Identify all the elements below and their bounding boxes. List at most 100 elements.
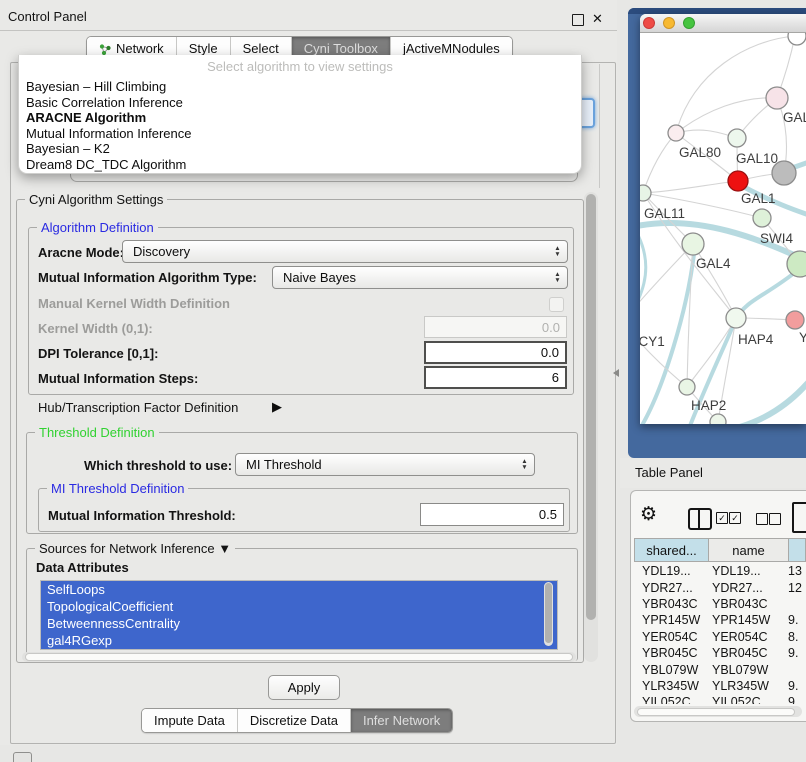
gear-icon[interactable]	[640, 503, 657, 526]
network-window-titlebar[interactable]	[640, 14, 806, 33]
spinner-arrows-icon[interactable]	[548, 267, 567, 288]
unchecked-box-icon[interactable]	[756, 513, 768, 525]
dpi-tolerance-label: DPI Tolerance [0,1]:	[38, 346, 158, 361]
collapse-arrow-icon[interactable]: ▼	[218, 541, 231, 556]
mi-threshold-label: Mutual Information Threshold:	[48, 508, 236, 523]
network-edge[interactable]	[640, 233, 646, 327]
network-node[interactable]	[640, 185, 651, 201]
mi-threshold-field[interactable]: 0.5	[420, 503, 564, 526]
network-node[interactable]	[728, 129, 746, 147]
algorithm-option[interactable]: Bayesian – Hill Climbing	[19, 79, 581, 95]
spinner-arrows-icon[interactable]	[515, 454, 534, 475]
network-node[interactable]	[787, 251, 806, 277]
network-node[interactable]	[726, 308, 746, 328]
columns-icon[interactable]	[688, 508, 712, 530]
manual-kernel-checkbox[interactable]	[549, 297, 564, 312]
table-row[interactable]: YBR045CYBR045C9.	[634, 645, 806, 661]
algorithm-option[interactable]: Mutual Information Inference	[19, 126, 581, 142]
expand-arrow-icon[interactable]: ▶	[272, 399, 282, 415]
settings-hscrollbar-thumb[interactable]	[25, 653, 573, 661]
mi-type-combo[interactable]: Naive Bayes	[272, 266, 568, 289]
close-icon[interactable]	[592, 11, 603, 27]
table-row[interactable]: YER054CYER054C8.	[634, 629, 806, 645]
dpi-tolerance-field[interactable]: 0.0	[424, 341, 567, 364]
network-node[interactable]	[710, 414, 726, 424]
apply-button[interactable]: Apply	[268, 675, 340, 700]
table-cell: YDL19...	[634, 564, 708, 578]
network-node[interactable]	[753, 209, 771, 227]
data-attribute-item[interactable]: BetweennessCentrality	[41, 615, 557, 632]
data-attribute-item[interactable]: SelfLoops	[41, 581, 557, 598]
algorithm-option[interactable]: Dream8 DC_TDC Algorithm	[19, 157, 581, 173]
data-attribute-item[interactable]: TopologicalCoefficient	[41, 598, 557, 615]
mi-steps-field[interactable]: 6	[424, 366, 567, 389]
spinner-arrows-icon[interactable]	[548, 241, 567, 262]
network-node[interactable]	[786, 311, 804, 329]
network-graph-canvas[interactable]: GALGAL80GAL10GAL1GAL11SWI4GAL4GCY1HAP4YH…	[640, 33, 806, 424]
which-threshold-label: Which threshold to use:	[84, 458, 232, 473]
settings-group-title: Cyni Algorithm Settings	[25, 192, 167, 207]
document-icon[interactable]	[792, 502, 806, 533]
control-panel-window: Control Panel NetworkStyleSelectCyni Too…	[0, 0, 617, 745]
network-edge[interactable]	[643, 181, 738, 193]
algorithm-option[interactable]: ARACNE Algorithm	[19, 110, 581, 126]
algorithm-option[interactable]: Bayesian – K2	[19, 141, 581, 157]
table-cell: YER054C	[634, 630, 708, 644]
aracne-mode-combo[interactable]: Discovery	[122, 240, 568, 263]
network-edge[interactable]	[687, 244, 693, 387]
tab-discretize-data[interactable]: Discretize Data	[237, 709, 350, 732]
column-header-extra[interactable]	[788, 538, 806, 562]
table-row[interactable]: YBR043CYBR043C	[634, 596, 806, 612]
network-edge[interactable]	[643, 133, 676, 193]
hub-definition-label[interactable]: Hub/Transcription Factor Definition	[38, 400, 238, 415]
network-edge[interactable]	[676, 98, 777, 133]
float-window-icon[interactable]	[572, 14, 584, 26]
attributes-scrollbar-thumb[interactable]	[545, 583, 552, 643]
tab-label: Infer Network	[363, 713, 440, 728]
table-row[interactable]: YIL052CYIL052C9.	[634, 694, 806, 704]
network-edge[interactable]	[676, 36, 795, 133]
settings-scrollbar-thumb[interactable]	[586, 194, 596, 620]
table-row[interactable]: YLR345WYLR345W9.	[634, 678, 806, 694]
table-cell: 8.	[786, 630, 806, 644]
checked-box-icon[interactable]	[729, 512, 741, 524]
table-row[interactable]: YDR27...YDR27...12	[634, 579, 806, 595]
aracne-mode-value: Discovery	[133, 244, 190, 259]
column-header-shared[interactable]: shared...	[634, 538, 709, 562]
network-node-label: GAL80	[679, 145, 721, 160]
network-node[interactable]	[788, 33, 806, 45]
checked-box-icon[interactable]	[716, 512, 728, 524]
network-node[interactable]	[679, 379, 695, 395]
table-row[interactable]: YDL19...YDL19...13	[634, 563, 806, 579]
collapsed-panel-icon[interactable]	[13, 752, 32, 762]
table-cell: YPR145W	[634, 613, 708, 627]
table-cell: YBR043C	[708, 597, 786, 611]
network-icon	[99, 43, 111, 55]
network-node[interactable]	[668, 125, 684, 141]
kernel-width-field[interactable]: 0.0	[424, 316, 567, 338]
table-hscrollbar-thumb[interactable]	[637, 708, 795, 716]
column-header-name[interactable]: name	[708, 538, 789, 562]
network-node[interactable]	[682, 233, 704, 255]
traffic-light-close-icon[interactable]	[643, 17, 655, 29]
which-threshold-combo[interactable]: MI Threshold	[235, 453, 535, 476]
table-cell: YIL052C	[708, 695, 786, 704]
tab-impute-data[interactable]: Impute Data	[142, 709, 237, 732]
table-row[interactable]: YPR145WYPR145W9.	[634, 612, 806, 628]
unchecked-box-icon[interactable]	[769, 513, 781, 525]
table-row[interactable]: YBL079WYBL079W	[634, 661, 806, 677]
network-node[interactable]	[728, 171, 748, 191]
table-cell: 13	[786, 564, 806, 578]
table-cell: YBR045C	[708, 646, 786, 660]
network-node[interactable]	[766, 87, 788, 109]
data-attribute-item[interactable]: gal4RGexp	[41, 632, 557, 649]
traffic-light-minimize-icon[interactable]	[663, 17, 675, 29]
table-cell: YPR145W	[708, 613, 786, 627]
tab-infer-network[interactable]: Infer Network	[350, 709, 452, 732]
table-cell: YLR345W	[708, 679, 786, 693]
algorithm-option[interactable]: Basic Correlation Inference	[19, 95, 581, 111]
network-node-label: HAP4	[738, 332, 774, 347]
panel-splitter-arrow[interactable]	[613, 369, 619, 377]
network-node-label: GCY1	[640, 334, 665, 349]
traffic-light-zoom-icon[interactable]	[683, 17, 695, 29]
